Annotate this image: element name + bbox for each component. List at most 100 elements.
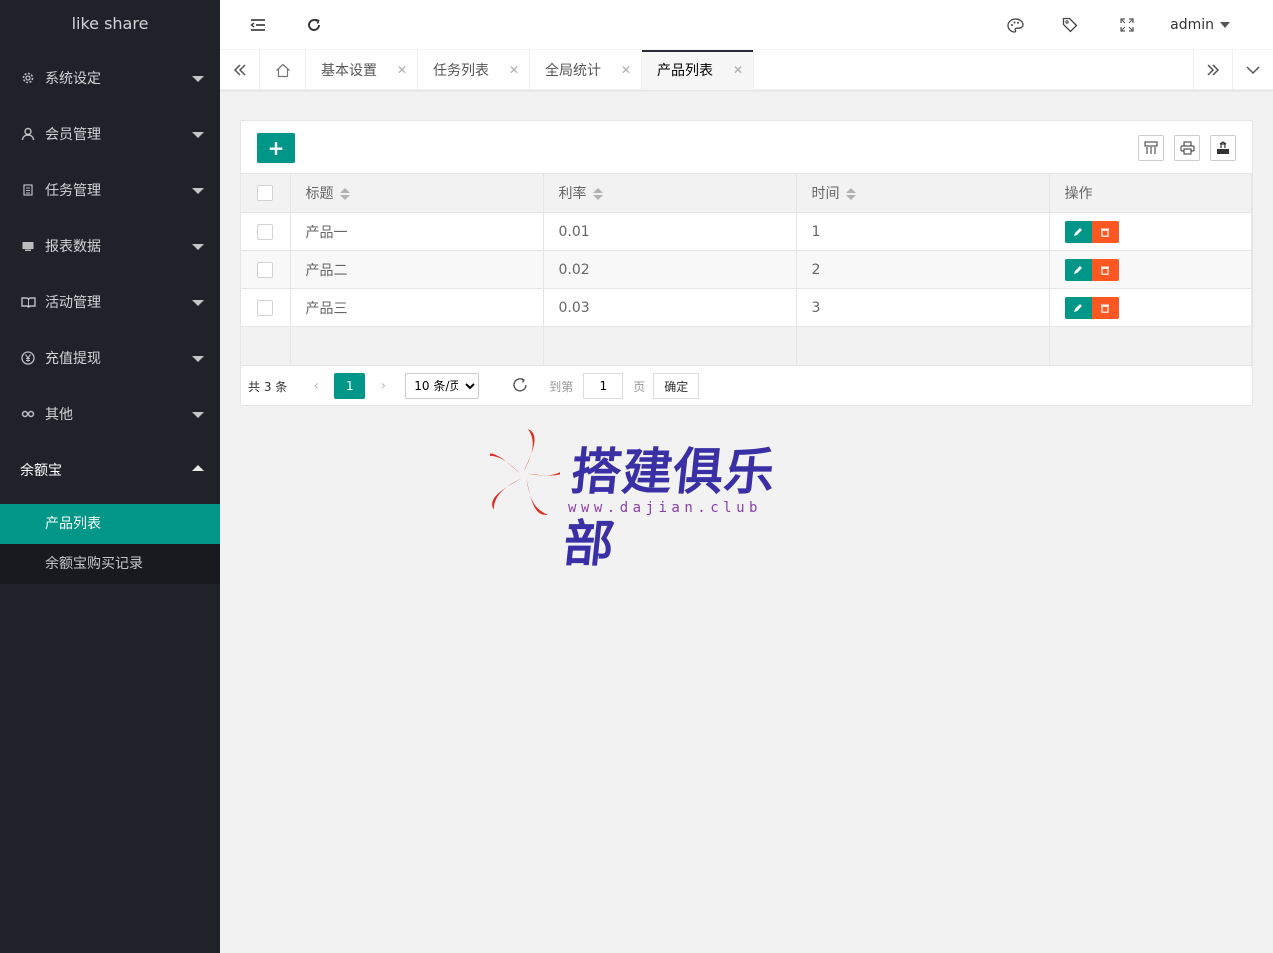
tab-bar: 基本设置 ✕ 任务列表 ✕ 全局统计 ✕ 产品列表 ✕ (220, 50, 1273, 90)
edit-button[interactable] (1064, 296, 1092, 319)
pencil-icon (1074, 303, 1082, 312)
plus-icon: + (267, 136, 285, 160)
sidebar-item-members[interactable]: 会员管理 (0, 106, 220, 162)
table-total-row (241, 326, 1252, 366)
close-icon[interactable]: ✕ (397, 63, 407, 77)
product-table: 标题 利率 时间 操作 产品一 0.01 1 产品二 0.02 2 产品三 0.… (241, 173, 1252, 366)
edit-button[interactable] (1064, 220, 1092, 243)
column-header-actions: 操作 (1049, 173, 1252, 213)
chevron-down-icon (192, 132, 204, 138)
cell-time: 2 (796, 250, 1050, 289)
delete-button[interactable] (1091, 220, 1119, 243)
columns-filter-button[interactable] (1138, 135, 1164, 161)
username: admin (1170, 17, 1214, 33)
current-page[interactable]: 1 (334, 373, 366, 399)
sidebar-subitem-purchase-records[interactable]: 余额宝购买记录 (0, 544, 220, 584)
tab-product-list[interactable]: 产品列表 ✕ (642, 50, 754, 90)
close-icon[interactable]: ✕ (733, 63, 743, 77)
tab-scroll-right-button[interactable] (1193, 50, 1233, 90)
sidebar-item-recharge[interactable]: 充值提现 (0, 330, 220, 386)
chevron-down-icon (192, 76, 204, 82)
tab-label: 基本设置 (321, 63, 377, 79)
sort-icon[interactable] (339, 188, 350, 200)
sidebar-item-label: 系统设定 (45, 71, 101, 87)
sidebar-item-label: 其他 (45, 407, 73, 423)
sidebar-item-label: 充值提现 (45, 351, 101, 367)
chevron-down-icon (192, 188, 204, 194)
goto-confirm-button[interactable]: 确定 (653, 373, 700, 399)
row-checkbox[interactable] (257, 261, 274, 278)
yen-icon (20, 350, 36, 366)
home-icon (275, 63, 290, 77)
delete-button[interactable] (1091, 296, 1119, 319)
add-button[interactable]: + (257, 133, 295, 163)
column-header-title[interactable]: 标题 (290, 173, 544, 213)
refresh-page-button[interactable] (511, 376, 529, 397)
sidebar-item-reports[interactable]: 报表数据 (0, 218, 220, 274)
column-header-rate[interactable]: 利率 (543, 173, 797, 213)
export-button[interactable] (1210, 135, 1236, 161)
sidebar-item-label: 任务管理 (45, 183, 101, 199)
sidebar-submenu: 产品列表 余额宝购买记录 (0, 504, 220, 584)
app-logo[interactable]: like share (0, 0, 220, 50)
refresh-icon (308, 18, 320, 31)
print-button[interactable] (1174, 135, 1200, 161)
sort-icon[interactable] (845, 188, 856, 200)
cell-rate: 0.02 (543, 250, 797, 289)
gear-icon (20, 70, 36, 86)
cell-time: 3 (796, 288, 1050, 327)
page-unit-label: 页 (633, 379, 646, 394)
sidebar-item-activities[interactable]: 活动管理 (0, 274, 220, 330)
watermark-url: www.dajian.club (568, 500, 762, 516)
notes-button[interactable] (1060, 0, 1080, 50)
menu-collapse-button[interactable] (246, 0, 270, 50)
double-chevron-left-icon (233, 64, 246, 76)
sidebar-item-label: 余额宝 (20, 463, 62, 479)
user-menu[interactable]: admin (1170, 0, 1230, 50)
cell-time: 1 (796, 212, 1050, 251)
tab-global-stats[interactable]: 全局统计 ✕ (530, 50, 642, 90)
row-checkbox[interactable] (257, 299, 274, 316)
row-checkbox[interactable] (257, 223, 274, 240)
tab-label: 全局统计 (545, 63, 601, 79)
close-icon[interactable]: ✕ (509, 63, 519, 77)
edit-button[interactable] (1064, 258, 1092, 281)
close-icon[interactable]: ✕ (621, 63, 631, 77)
page-size-select[interactable]: 10 条/页 (405, 373, 480, 399)
chevron-down-icon (192, 356, 204, 362)
cell-title: 产品一 (290, 212, 544, 251)
cell-title: 产品三 (290, 288, 544, 327)
top-header: admin (220, 0, 1273, 50)
tab-home[interactable] (260, 50, 306, 90)
fullscreen-button[interactable] (1118, 0, 1136, 50)
theme-button[interactable] (1005, 0, 1025, 50)
tab-basic-settings[interactable]: 基本设置 ✕ (306, 50, 418, 90)
table-row: 产品二 0.02 2 (241, 250, 1252, 289)
tab-options-button[interactable] (1233, 50, 1273, 90)
trash-icon (1101, 304, 1109, 313)
delete-button[interactable] (1091, 258, 1119, 281)
sidebar-item-system-settings[interactable]: 系统设定 (0, 50, 220, 106)
column-header-time[interactable]: 时间 (796, 173, 1050, 213)
chevron-down-icon (192, 300, 204, 306)
tab-task-list[interactable]: 任务列表 ✕ (418, 50, 530, 90)
tab-label: 任务列表 (433, 63, 489, 79)
prev-page-button[interactable]: ‹ (303, 378, 329, 394)
chevron-up-icon (192, 465, 204, 471)
sidebar-subitem-product-list[interactable]: 产品列表 (0, 504, 220, 544)
sidebar-item-yuebao[interactable]: 余额宝 (0, 442, 220, 498)
document-icon (20, 182, 36, 198)
sidebar-item-other[interactable]: 其他 (0, 386, 220, 442)
next-page-button[interactable]: › (370, 378, 396, 394)
table-row: 产品一 0.01 1 (241, 212, 1252, 251)
tab-scroll-left-button[interactable] (220, 50, 260, 90)
book-icon (20, 294, 36, 310)
sort-icon[interactable] (592, 188, 603, 200)
refresh-button[interactable] (304, 0, 324, 50)
sidebar-item-tasks[interactable]: 任务管理 (0, 162, 220, 218)
chevron-down-icon (192, 244, 204, 250)
menu-fold-icon (250, 19, 265, 31)
goto-label: 到第 (549, 379, 574, 394)
goto-page-input[interactable] (583, 373, 624, 399)
select-all-checkbox[interactable] (257, 185, 274, 201)
